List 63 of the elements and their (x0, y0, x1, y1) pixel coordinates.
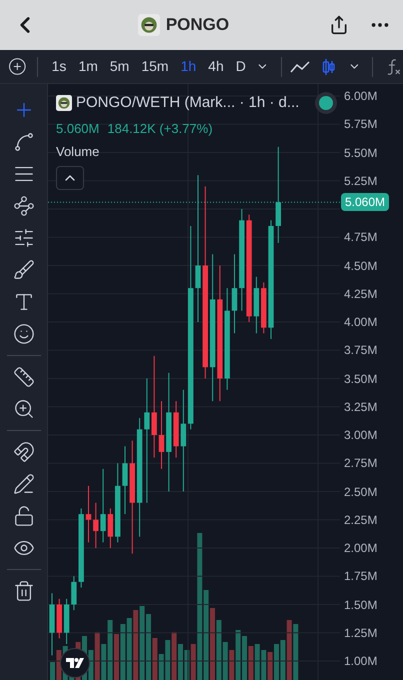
interval-tab[interactable]: 4h (202, 56, 230, 77)
price-axis-label: 5.25M (344, 172, 378, 189)
brush-icon (12, 259, 34, 281)
lock-icon (12, 505, 34, 527)
zoom-in-icon (12, 398, 34, 420)
ruler-icon (12, 366, 34, 388)
price-change: 184.12K (+3.77%) (107, 120, 213, 138)
price-axis-label: 1.75M (344, 568, 378, 584)
interval-tab[interactable]: 1s (46, 56, 72, 77)
candle (108, 508, 114, 548)
avatar-icon (56, 95, 72, 112)
candle (64, 598, 70, 645)
price-axis-label: 3.00M (344, 427, 378, 443)
interval-tab[interactable]: 15m (135, 56, 175, 77)
function-icon[interactable] (385, 58, 403, 76)
interval-tab[interactable]: D (230, 56, 252, 77)
add-icon[interactable] (8, 57, 27, 76)
price-axis-label: 3.75M (344, 342, 378, 358)
price-axis-label: 4.25M (344, 286, 378, 302)
price-axis-label: 4.50M (344, 258, 378, 274)
price-axis-label: 3.50M (344, 370, 378, 386)
price-axis-label: 5.50M (344, 144, 378, 160)
line-icon (12, 131, 34, 153)
price-axis-label: 1.50M (344, 596, 378, 612)
current-price-badge: 5.060M (341, 193, 390, 212)
interval-tab[interactable]: 5m (104, 56, 136, 77)
last-price: 5.060M (56, 120, 100, 138)
symbol-title: PONGO/WETH (Mark... · 1h · d... (76, 93, 300, 113)
price-axis-label: 3.25M (344, 398, 378, 415)
smiley-icon (12, 323, 34, 345)
pencil-lock-icon (12, 473, 34, 495)
price-axis-label: 1.25M (344, 624, 378, 641)
candle (173, 400, 179, 458)
share-icon[interactable] (328, 15, 349, 35)
price-axis-label: 4.75M (344, 229, 378, 246)
parallel-lines-icon (12, 227, 34, 249)
price-axis-label: 2.50M (344, 484, 378, 500)
header-title: PONGO (166, 14, 230, 36)
price-axis-label: 2.75M (344, 455, 378, 472)
avatar-icon (138, 14, 160, 36)
candle (122, 446, 128, 515)
candle (49, 592, 55, 656)
study-label: Volume (56, 143, 100, 161)
candle (261, 282, 266, 334)
pattern-icon (12, 195, 34, 217)
collapse-button[interactable] (56, 166, 84, 190)
magnet-icon (12, 441, 34, 463)
candle (93, 502, 98, 548)
price-axis-label: 5.75M (344, 116, 378, 132)
price-axis-label: 6.00M (344, 88, 378, 104)
candle (71, 576, 77, 611)
price-axis-label: 1.00M (344, 653, 378, 669)
candle (86, 485, 92, 543)
candle (158, 400, 164, 470)
price-axis-label: 2.00M (344, 540, 378, 556)
candles-icon[interactable] (322, 58, 336, 76)
price-axis-label: 4.00M (344, 314, 378, 330)
candle (254, 276, 260, 334)
candle (56, 598, 62, 639)
interval-tab[interactable]: 1m (72, 56, 104, 77)
trash-icon (12, 580, 34, 602)
price-axis-label: 2.25M (344, 512, 378, 528)
line-chart-icon[interactable] (290, 60, 310, 74)
